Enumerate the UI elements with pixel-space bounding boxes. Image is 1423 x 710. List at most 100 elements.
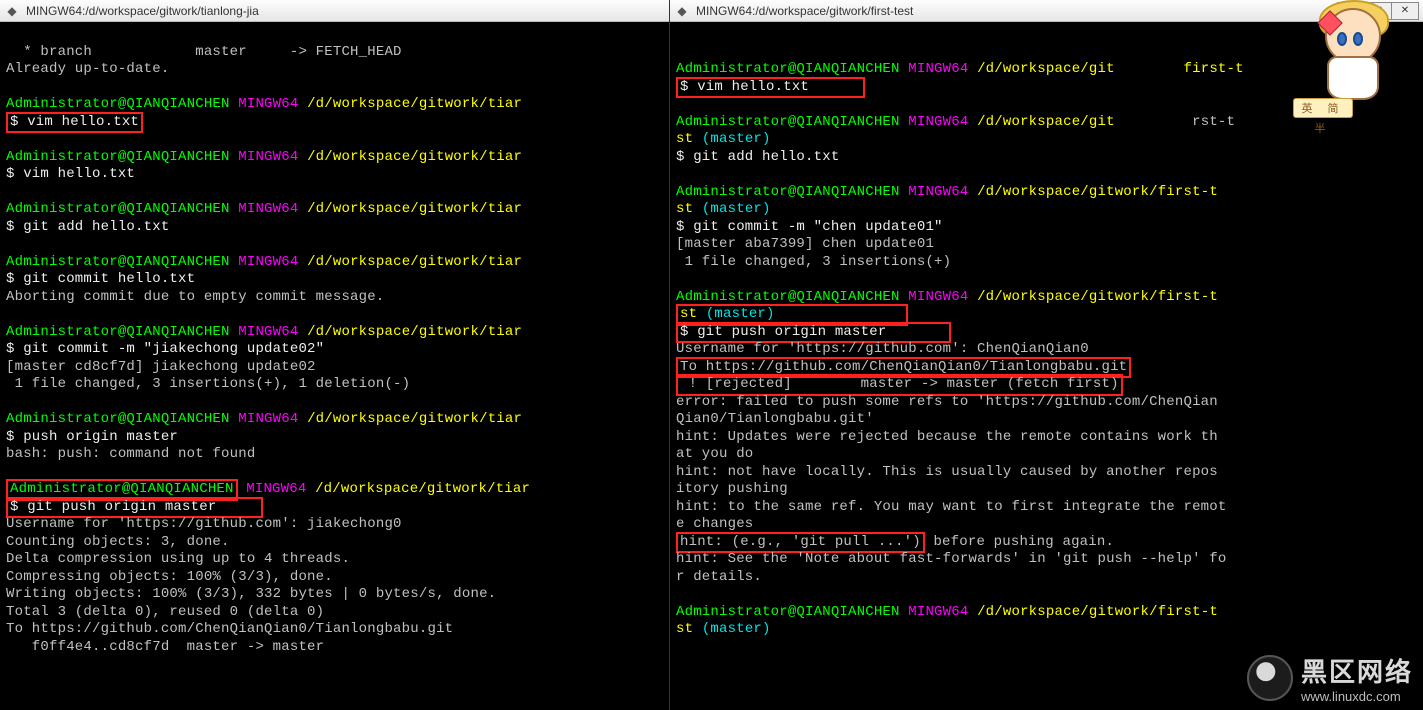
prompt-path-wrap: st [676, 131, 702, 147]
out-line: at you do [676, 446, 753, 462]
prompt-path: /d/workspace/gitwork/tiar [307, 254, 522, 270]
prompt-path: /d/workspace/gitwork/first-t [977, 184, 1218, 200]
out-line: Counting objects: 3, done. [6, 534, 230, 550]
out-line: * branch master -> FETCH_HEAD [6, 44, 402, 60]
prompt-path: /d/workspace/gitwork/first-t [977, 289, 1218, 305]
prompt-user: Administrator@QIANQIANCHEN [6, 201, 230, 217]
prompt-path: /d/workspace/gitwork/first-t [977, 604, 1218, 620]
prompt-host: MINGW64 [238, 201, 298, 217]
prompt-path: /d/workspace/gitwork/tiar [307, 96, 522, 112]
prompt-host: MINGW64 [908, 61, 968, 77]
out-line: Username for 'https://github.com': ChenQ… [676, 341, 1089, 357]
highlight-box: $ git push origin master [6, 497, 263, 519]
cmd-line: $ git commit hello.txt [6, 271, 195, 287]
prompt-user: Administrator@QIANQIANCHEN [6, 324, 230, 340]
prompt-user: Administrator@QIANQIANCHEN [676, 289, 900, 305]
highlight-box: ! [rejected] master -> master (fetch fir… [676, 374, 1123, 396]
out-line: [master cd8cf7d] jiakechong update02 [6, 359, 316, 375]
terminal-pane-left: ◆ MINGW64:/d/workspace/gitwork/tianlong-… [0, 0, 670, 710]
cmd-line: $ git push origin master [10, 499, 216, 515]
cmd-line: $ git add hello.txt [676, 149, 839, 165]
out-line: e changes [676, 516, 753, 532]
prompt-host: MINGW64 [246, 481, 306, 497]
prompt-path: /d/workspace/git [977, 114, 1115, 130]
out-line: Qian0/Tianlongbabu.git' [676, 411, 874, 427]
out-line: Writing objects: 100% (3/3), 332 bytes |… [6, 586, 496, 602]
out-line: itory pushing [676, 481, 788, 497]
prompt-path-wrap: st [676, 201, 702, 217]
prompt-user: Administrator@QIANQIANCHEN [676, 604, 900, 620]
prompt-path: /d/workspace/gitwork/tiar [307, 324, 522, 340]
out-line: hint: See the 'Note about fast-forwards'… [676, 551, 1227, 567]
prompt-user: Administrator@QIANQIANCHEN [10, 481, 234, 497]
highlight-box: $ vim hello.txt [676, 77, 865, 99]
prompt-branch: (master) [702, 621, 771, 637]
out-line: error: failed to push some refs to 'http… [676, 394, 1218, 410]
prompt-path: /d/workspace/gitwork/tiar [315, 481, 530, 497]
prompt-host: MINGW64 [908, 289, 968, 305]
prompt-user: Administrator@QIANQIANCHEN [676, 184, 900, 200]
prompt-path: /d/workspace/gitwork/tiar [307, 149, 522, 165]
prompt-user: Administrator@QIANQIANCHEN [6, 254, 230, 270]
window-title: MINGW64:/d/workspace/gitwork/first-test [696, 4, 913, 18]
close-button[interactable]: ✕ [1391, 2, 1419, 20]
out-line: 1 file changed, 3 insertions(+), 1 delet… [6, 376, 410, 392]
terminal-output-left[interactable]: * branch master -> FETCH_HEAD Already up… [0, 22, 669, 710]
app-icon: ◆ [4, 3, 20, 19]
prompt-user: Administrator@QIANQIANCHEN [6, 96, 230, 112]
out-line: r details. [676, 569, 762, 585]
terminal-output-right[interactable]: Administrator@QIANQIANCHEN MINGW64 /d/wo… [670, 22, 1423, 710]
prompt-host: MINGW64 [908, 184, 968, 200]
out-line: Delta compression using up to 4 threads. [6, 551, 350, 567]
cmd-line: $ vim hello.txt [10, 114, 139, 130]
out-line: 1 file changed, 3 insertions(+) [676, 254, 951, 270]
window-controls: — ▢ ✕ [1338, 2, 1419, 20]
cmd-line: $ push origin master [6, 429, 178, 445]
terminal-pane-right: ◆ MINGW64:/d/workspace/gitwork/first-tes… [670, 0, 1423, 710]
out-line: Already up-to-date. [6, 61, 169, 77]
prompt-path-wrap: st [680, 306, 706, 322]
out-line: Username for 'https://github.com': jiake… [6, 516, 402, 532]
prompt-branch: (master) [702, 201, 771, 217]
out-line: [master aba7399] chen update01 [676, 236, 934, 252]
minimize-button[interactable]: — [1337, 2, 1365, 20]
prompt-user: Administrator@QIANQIANCHEN [6, 149, 230, 165]
out-line: Total 3 (delta 0), reused 0 (delta 0) [6, 604, 324, 620]
prompt-path: /d/workspace/gitwork/tiar [307, 201, 522, 217]
out-line: hint: not have locally. This is usually … [676, 464, 1218, 480]
prompt-user: Administrator@QIANQIANCHEN [676, 114, 900, 130]
out-line: Aborting commit due to empty commit mess… [6, 289, 384, 305]
out-line: ! [rejected] master -> master (fetch fir… [680, 376, 1119, 392]
prompt-path: /d/workspace/gitwork/tiar [307, 411, 522, 427]
out-line: hint: Updates were rejected because the … [676, 429, 1218, 445]
prompt-host: MINGW64 [238, 324, 298, 340]
prompt-host: MINGW64 [908, 604, 968, 620]
out-line: f0ff4e4..cd8cf7d master -> master [6, 639, 324, 655]
out-line: To https://github.com/ChenQianQian0/Tian… [6, 621, 453, 637]
out-line: before pushing again. [925, 534, 1114, 550]
window-title: MINGW64:/d/workspace/gitwork/tianlong-ji… [26, 4, 259, 18]
out-line: Compressing objects: 100% (3/3), done. [6, 569, 333, 585]
highlight-box: $ git push origin master [676, 322, 951, 344]
cmd-line: $ git commit -m "chen update01" [676, 219, 943, 235]
prompt-host: MINGW64 [908, 114, 968, 130]
maximize-button[interactable]: ▢ [1364, 2, 1392, 20]
app-icon: ◆ [674, 3, 690, 19]
out-line: To https://github.com/ChenQianQian0/Tian… [680, 359, 1127, 375]
prompt-host: MINGW64 [238, 254, 298, 270]
prompt-path: first-t [1184, 61, 1244, 77]
prompt-host: MINGW64 [238, 149, 298, 165]
cmd-line: $ git add hello.txt [6, 219, 169, 235]
cmd-line: $ git push origin master [680, 324, 886, 340]
titlebar-right[interactable]: ◆ MINGW64:/d/workspace/gitwork/first-tes… [670, 0, 1423, 22]
cmd-line: $ vim hello.txt [680, 79, 809, 95]
prompt-user: Administrator@QIANQIANCHEN [6, 411, 230, 427]
highlight-box: $ vim hello.txt [6, 112, 143, 134]
titlebar-left[interactable]: ◆ MINGW64:/d/workspace/gitwork/tianlong-… [0, 0, 669, 22]
prompt-branch: (master) [706, 306, 775, 322]
out-line: hint: (e.g., 'git pull ...') [680, 534, 921, 550]
out-line: bash: push: command not found [6, 446, 255, 462]
prompt-host: MINGW64 [238, 411, 298, 427]
prompt-path-wrap: st [676, 621, 702, 637]
prompt-user: Administrator@QIANQIANCHEN [676, 61, 900, 77]
